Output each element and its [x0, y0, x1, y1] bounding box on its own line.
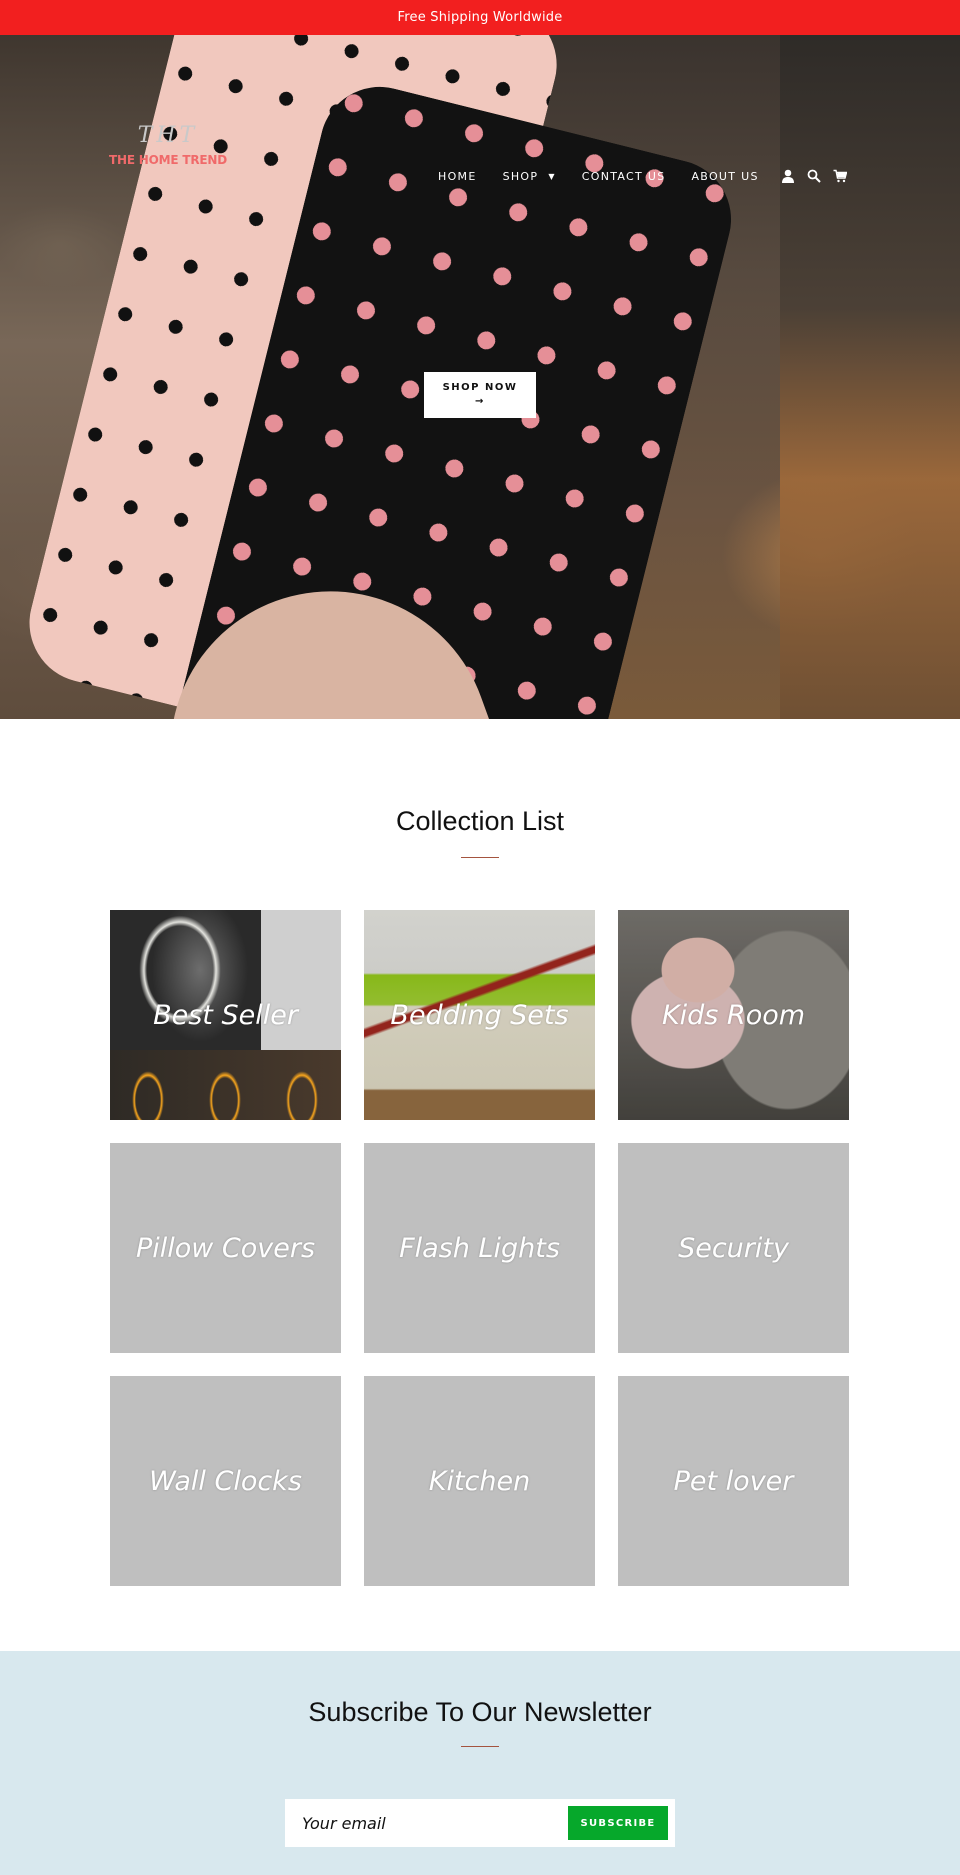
- collection-label: Flash Lights: [399, 1232, 560, 1264]
- collection-label: Bedding Sets: [390, 999, 569, 1031]
- search-icon[interactable]: [807, 169, 821, 183]
- title-divider: [461, 857, 499, 858]
- shop-now-button[interactable]: SHOP NOW →: [424, 372, 536, 418]
- nav-home[interactable]: HOME: [438, 170, 477, 183]
- site-logo[interactable]: THT THE HOME TREND: [108, 123, 228, 168]
- shop-now-label: SHOP NOW: [442, 382, 518, 393]
- nav-contact-us[interactable]: CONTACT US: [582, 170, 666, 183]
- account-icon[interactable]: [781, 169, 795, 183]
- collection-label: Kitchen: [428, 1465, 531, 1497]
- nav-about-us-label: ABOUT US: [691, 169, 759, 183]
- nav-shop-label: SHOP: [502, 169, 539, 183]
- collection-tile-pet-lover[interactable]: Pet lover: [618, 1376, 849, 1586]
- collection-label: Best Seller: [153, 999, 298, 1031]
- newsletter-form: SUBSCRIBE: [285, 1799, 675, 1847]
- arrow-right-icon: →: [475, 396, 485, 407]
- collection-label: Kids Room: [661, 999, 806, 1031]
- collection-tile-kitchen[interactable]: Kitchen: [364, 1376, 595, 1586]
- collection-label: Pet lover: [673, 1465, 794, 1497]
- announcement-bar: Free Shipping Worldwide: [0, 0, 960, 35]
- nav-about-us[interactable]: ABOUT US: [691, 170, 758, 183]
- collection-tile-flash-lights[interactable]: Flash Lights: [364, 1143, 595, 1353]
- announcement-text: Free Shipping Worldwide: [397, 10, 563, 25]
- caret-down-icon: ▼: [548, 171, 556, 181]
- main-nav: HOME SHOP ▼ CONTACT US ABOUT US: [438, 169, 847, 183]
- collection-tile-bedding-sets[interactable]: Bedding Sets: [364, 910, 595, 1120]
- logo-name: THE HOME TREND: [109, 153, 227, 167]
- collection-label: Wall Clocks: [149, 1465, 302, 1497]
- nav-shop[interactable]: SHOP ▼: [503, 170, 556, 183]
- email-input[interactable]: [302, 1813, 568, 1833]
- nav-home-label: HOME: [438, 169, 477, 183]
- newsletter-section: Subscribe To Our Newsletter SUBSCRIBE: [0, 1651, 960, 1875]
- collection-label: Pillow Covers: [135, 1232, 316, 1264]
- cart-icon[interactable]: [833, 169, 847, 183]
- logo-monogram: THT: [137, 123, 199, 148]
- collection-list-title: Collection List: [395, 806, 565, 836]
- collection-tile-security[interactable]: Security: [618, 1143, 849, 1353]
- nav-contact-us-label: CONTACT US: [581, 169, 666, 183]
- title-divider: [461, 1746, 499, 1747]
- collection-tile-pillow-covers[interactable]: Pillow Covers: [110, 1143, 341, 1353]
- collection-tile-kids-room[interactable]: Kids Room: [618, 910, 849, 1120]
- site-header: THT THE HOME TREND HOME SHOP ▼ CONTACT U…: [0, 35, 960, 195]
- collection-tile-best-seller[interactable]: Best Seller: [110, 910, 341, 1120]
- header-icons: [781, 169, 847, 183]
- hero-slideshow[interactable]: THT THE HOME TREND HOME SHOP ▼ CONTACT U…: [0, 35, 960, 719]
- collection-grid: Best Seller Bedding Sets Kids Room Pillo…: [110, 910, 850, 1586]
- collection-label: Security: [678, 1232, 789, 1264]
- collection-list-section: Collection List Best Seller Bedding Sets…: [0, 719, 960, 1651]
- newsletter-title: Subscribe To Our Newsletter: [308, 1697, 652, 1727]
- subscribe-button[interactable]: SUBSCRIBE: [568, 1806, 668, 1840]
- collection-tile-wall-clocks[interactable]: Wall Clocks: [110, 1376, 341, 1586]
